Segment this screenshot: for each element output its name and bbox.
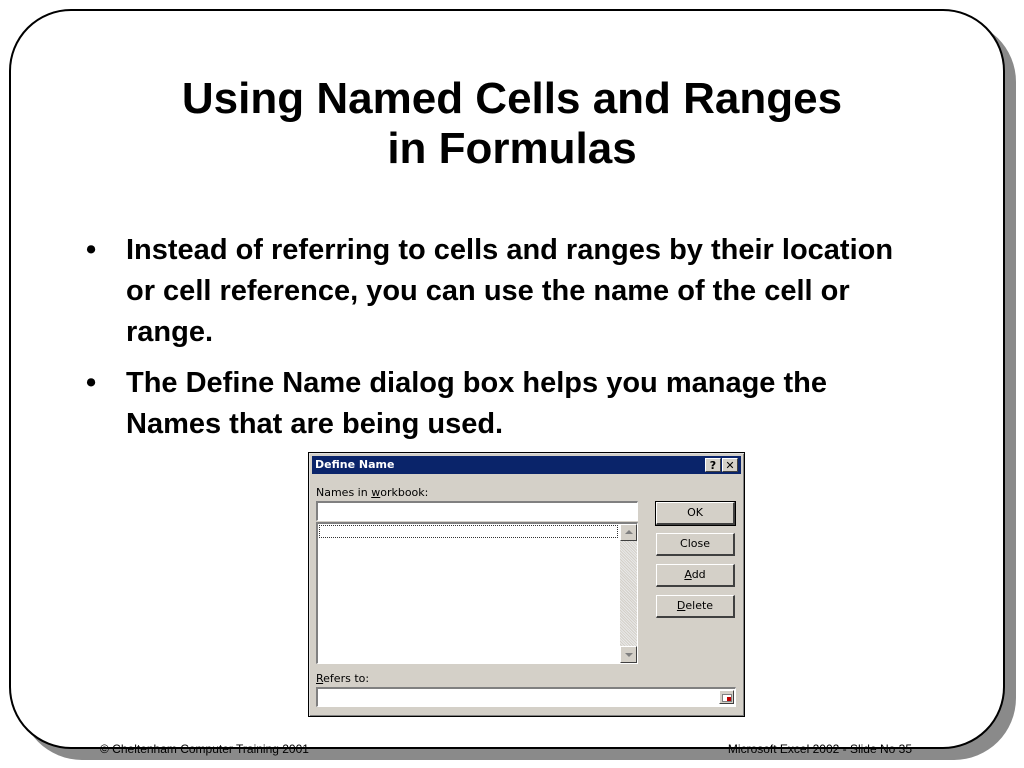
dialog-titlebar[interactable]: Define Name ? ✕ xyxy=(312,456,741,474)
add-button[interactable]: Add xyxy=(656,564,735,587)
names-in-workbook-label: Names in workbook: xyxy=(316,486,428,499)
footer-copyright: © Cheltenham Computer Training 2001 xyxy=(100,742,309,756)
arrow-down-icon xyxy=(625,653,633,657)
listbox-focus-row[interactable] xyxy=(319,525,618,538)
dialog-title: Define Name xyxy=(315,458,395,471)
collapse-dialog-icon[interactable] xyxy=(719,690,734,704)
close-icon[interactable]: ✕ xyxy=(722,458,738,472)
footer-slide-number: Microsoft Excel 2002 - Slide No 35 xyxy=(727,742,912,756)
scroll-up-button[interactable] xyxy=(620,524,637,541)
bullet-list: • Instead of referring to cells and rang… xyxy=(84,230,924,455)
scroll-down-button[interactable] xyxy=(620,646,637,663)
btn-accelerator: A xyxy=(684,568,692,581)
refers-to-label: Refers to: xyxy=(316,672,369,685)
refers-to-input[interactable] xyxy=(316,687,736,707)
collapse-icon-arrow xyxy=(727,697,731,701)
label-part: efers to: xyxy=(323,672,370,685)
define-name-dialog: Define Name ? ✕ Names in workbook: OK Cl… xyxy=(308,452,745,717)
name-input[interactable] xyxy=(316,501,638,521)
help-icon[interactable]: ? xyxy=(705,458,721,472)
bullet-item: • The Define Name dialog box helps you m… xyxy=(84,363,924,445)
bullet-item: • Instead of referring to cells and rang… xyxy=(84,230,924,353)
ok-button[interactable]: OK xyxy=(655,501,736,526)
bullet-marker: • xyxy=(86,367,97,399)
bullet-text: Instead of referring to cells and ranges… xyxy=(126,234,894,348)
btn-text: dd xyxy=(691,568,706,581)
label-part: Names in xyxy=(316,486,372,499)
bullet-text: The Define Name dialog box helps you man… xyxy=(126,367,827,440)
slide-title: Using Named Cells and Ranges in Formulas xyxy=(60,74,964,174)
names-listbox[interactable] xyxy=(316,522,638,664)
arrow-up-icon xyxy=(625,530,633,534)
label-part: orkbook: xyxy=(380,486,429,499)
btn-text: elete xyxy=(685,599,714,612)
delete-button[interactable]: Delete xyxy=(656,595,735,618)
listbox-scrollbar[interactable] xyxy=(620,524,637,663)
bullet-marker: • xyxy=(86,234,97,266)
title-line-2: in Formulas xyxy=(387,124,637,173)
close-button[interactable]: Close xyxy=(656,533,735,556)
title-line-1: Using Named Cells and Ranges xyxy=(181,74,843,123)
label-accelerator: w xyxy=(371,486,381,499)
